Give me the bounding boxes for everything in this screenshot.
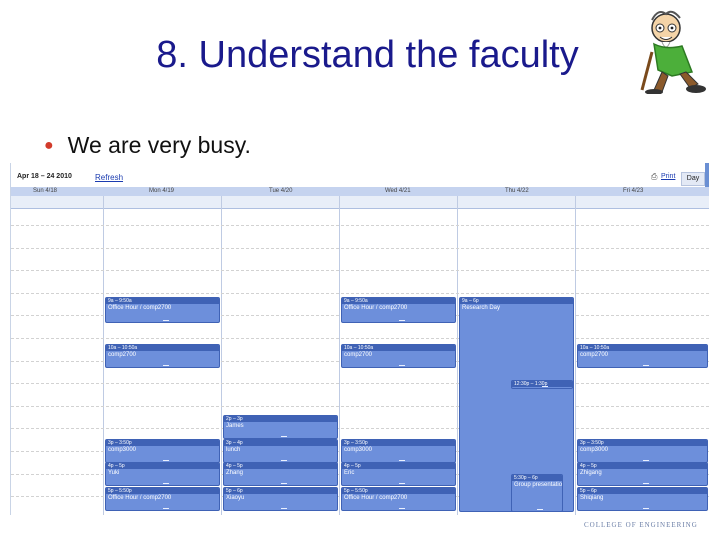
calendar-event[interactable]: 5p – 6p Shiqiang bbox=[577, 487, 708, 511]
event-resize-handle[interactable] bbox=[398, 365, 405, 366]
calendar-event[interactable]: 5:30p – 6p Group presentation bbox=[511, 474, 563, 512]
print-icon[interactable]: ⎙ bbox=[651, 172, 660, 181]
event-title: lunch bbox=[226, 447, 241, 453]
calendar-event[interactable]: 3p – 3:50p comp3000 bbox=[341, 439, 456, 463]
bullet-text: We are very busy. bbox=[67, 132, 251, 158]
day-header[interactable]: Fri 4/23 bbox=[623, 187, 643, 196]
scrollbar[interactable] bbox=[705, 163, 709, 187]
event-resize-handle[interactable] bbox=[642, 460, 649, 461]
hour-gridline bbox=[11, 338, 709, 339]
event-title: comp3000 bbox=[108, 447, 137, 453]
event-resize-handle[interactable] bbox=[642, 508, 649, 509]
event-resize-handle[interactable] bbox=[162, 508, 169, 509]
tab-day-view[interactable]: Day bbox=[681, 172, 705, 186]
calendar-week-view: Apr 18 – 24 2010 Refresh ⎙ Print Day Sun… bbox=[10, 163, 709, 515]
event-resize-handle[interactable] bbox=[398, 508, 405, 509]
event-resize-handle[interactable] bbox=[162, 460, 169, 461]
day-column-divider bbox=[103, 196, 104, 515]
hour-gridline bbox=[11, 292, 709, 294]
college-logo: COLLEGE OF ENGINEERING bbox=[584, 521, 698, 529]
slide-title: 8. Understand the faculty bbox=[156, 34, 579, 76]
event-title: Zhang bbox=[226, 470, 244, 476]
calendar-event[interactable]: 3p – 4p lunch bbox=[223, 439, 338, 463]
all-day-row bbox=[11, 196, 709, 209]
event-resize-handle[interactable] bbox=[398, 483, 405, 484]
event-resize-handle[interactable] bbox=[398, 460, 405, 461]
print-link[interactable]: Print bbox=[661, 173, 675, 180]
event-resize-handle[interactable] bbox=[280, 436, 287, 437]
calendar-event[interactable]: 10a – 10:50a comp2700 bbox=[577, 344, 708, 368]
event-title: Xiaoyu bbox=[226, 495, 245, 501]
event-title: Zhigang bbox=[580, 470, 602, 476]
day-column-divider bbox=[339, 196, 340, 515]
event-title: Research Day bbox=[462, 305, 501, 311]
calendar-event[interactable]: 5p – 6p Xiaoyu bbox=[223, 487, 338, 511]
refresh-link[interactable]: Refresh bbox=[95, 173, 123, 182]
event-resize-handle[interactable] bbox=[280, 508, 287, 509]
calendar-event[interactable]: 5p – 5:50p Office Hour / comp2700 bbox=[341, 487, 456, 511]
event-title: Office Hour / comp2700 bbox=[344, 305, 408, 311]
event-title: Eric bbox=[344, 470, 355, 476]
event-title: James bbox=[226, 423, 244, 429]
event-resize-handle[interactable] bbox=[162, 365, 169, 366]
event-resize-handle[interactable] bbox=[280, 460, 287, 461]
event-title: Office Hour / comp2700 bbox=[108, 305, 172, 311]
event-resize-handle[interactable] bbox=[642, 483, 649, 484]
hour-gridline bbox=[11, 383, 709, 385]
event-resize-handle[interactable] bbox=[280, 483, 287, 484]
event-title: Office Hour / comp2700 bbox=[108, 495, 172, 501]
calendar-event[interactable]: 10a – 10:50a comp2700 bbox=[341, 344, 456, 368]
calendar-toolbar: Apr 18 – 24 2010 Refresh ⎙ Print Day bbox=[11, 163, 709, 187]
hour-gridline bbox=[11, 428, 709, 430]
event-title: comp3000 bbox=[344, 447, 373, 453]
calendar-event[interactable]: 4p – 5p Yuki bbox=[105, 462, 220, 486]
calendar-event[interactable]: 4p – 5p Eric bbox=[341, 462, 456, 486]
calendar-event[interactable]: 9a – 9:50a Office Hour / comp2700 bbox=[341, 297, 456, 323]
day-header-bar bbox=[11, 187, 709, 196]
bullet-dot-icon: ● bbox=[44, 137, 54, 154]
calendar-event[interactable]: 2p – 3p James bbox=[223, 415, 338, 439]
calendar-event[interactable]: 3p – 3:50p comp3000 bbox=[577, 439, 708, 463]
day-header[interactable]: Mon 4/19 bbox=[149, 187, 174, 196]
event-title: Shiqiang bbox=[580, 495, 604, 501]
event-resize-handle[interactable] bbox=[162, 320, 169, 321]
event-title: Office Hour / comp2700 bbox=[344, 495, 408, 501]
event-title: comp2700 bbox=[108, 352, 137, 358]
event-title: Group presentation bbox=[514, 482, 563, 488]
calendar-event[interactable]: 5p – 5:50p Office Hour / comp2700 bbox=[105, 487, 220, 511]
hour-gridline bbox=[11, 247, 709, 249]
event-title: comp3000 bbox=[580, 447, 609, 453]
event-resize-handle[interactable] bbox=[162, 483, 169, 484]
event-title: comp2700 bbox=[580, 352, 609, 358]
hour-gridline bbox=[11, 270, 709, 272]
calendar-event[interactable]: 4p – 5p Zhang bbox=[223, 462, 338, 486]
hour-gridline bbox=[11, 225, 709, 226]
hour-gridline bbox=[11, 405, 709, 407]
event-title: comp2700 bbox=[344, 352, 373, 358]
day-header[interactable]: Tue 4/20 bbox=[269, 187, 292, 196]
day-header[interactable]: Thu 4/22 bbox=[505, 187, 529, 196]
bullet-item: ● We are very busy. bbox=[44, 132, 251, 159]
day-header[interactable]: Wed 4/21 bbox=[385, 187, 411, 196]
day-column-divider bbox=[221, 196, 222, 515]
day-column-divider bbox=[575, 196, 576, 515]
calendar-event[interactable]: 9a – 9:50a Office Hour / comp2700 bbox=[105, 297, 220, 323]
calendar-event[interactable]: 10a – 10:50a comp2700 bbox=[105, 344, 220, 368]
calendar-event[interactable]: 3p – 3:50p comp3000 bbox=[105, 439, 220, 463]
event-resize-handle[interactable] bbox=[537, 509, 543, 510]
event-resize-handle[interactable] bbox=[542, 386, 548, 387]
event-resize-handle[interactable] bbox=[398, 320, 405, 321]
calendar-event[interactable]: 12:30p – 1:30p bbox=[511, 380, 573, 389]
professor-mascot-illustration bbox=[640, 10, 706, 94]
date-range: Apr 18 – 24 2010 bbox=[17, 173, 72, 180]
event-title: Yuki bbox=[108, 470, 120, 476]
event-resize-handle[interactable] bbox=[642, 365, 649, 366]
day-column-divider bbox=[457, 196, 458, 515]
calendar-event[interactable]: 4p – 5p Zhigang bbox=[577, 462, 708, 486]
day-header[interactable]: Sun 4/18 bbox=[33, 187, 57, 196]
